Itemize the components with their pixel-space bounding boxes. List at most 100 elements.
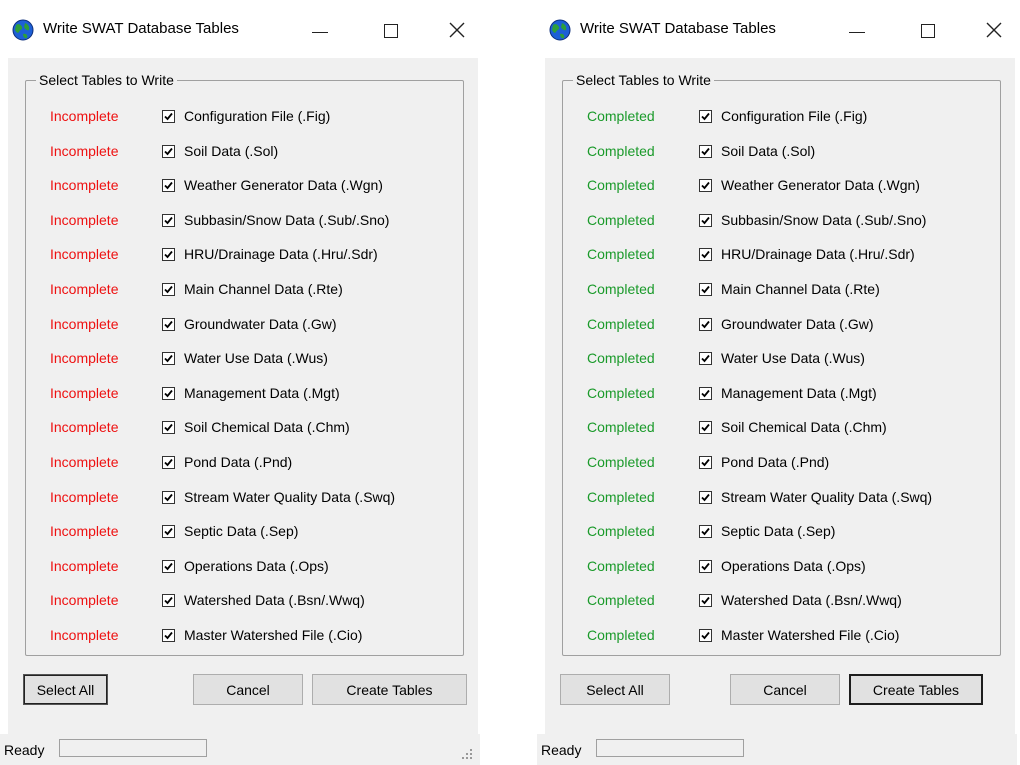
status-label: Completed: [587, 627, 655, 643]
cancel-button[interactable]: Cancel: [193, 674, 303, 705]
table-checkbox[interactable]: [162, 352, 175, 366]
table-checkbox[interactable]: [699, 213, 712, 227]
table-checkbox[interactable]: [699, 248, 712, 262]
table-checkbox[interactable]: [162, 110, 175, 123]
checkbox-label[interactable]: Weather Generator Data (.Wgn): [184, 177, 383, 193]
create-tables-button[interactable]: Create Tables: [312, 674, 467, 705]
table-checkbox[interactable]: [699, 594, 712, 608]
table-checkbox[interactable]: [699, 179, 712, 193]
checkmark-icon: [701, 251, 710, 259]
table-checkbox[interactable]: [699, 317, 712, 331]
checkbox-label[interactable]: Soil Data (.Sol): [184, 143, 278, 159]
dialog-body: Select Tables to Write Incomplete Configu…: [8, 58, 478, 758]
table-checkbox[interactable]: [162, 490, 175, 504]
title-bar[interactable]: Write SWAT Database Tables: [537, 0, 1017, 58]
checkbox-label[interactable]: Groundwater Data (.Gw): [184, 316, 337, 332]
table-checkbox[interactable]: [162, 456, 175, 469]
checkbox-label[interactable]: Configuration File (.Fig): [721, 108, 867, 124]
table-checkbox[interactable]: [699, 144, 712, 158]
create-tables-button[interactable]: Create Tables: [849, 674, 983, 705]
maximize-icon[interactable]: [368, 10, 414, 50]
table-checkbox[interactable]: [699, 559, 712, 573]
table-checkbox[interactable]: [162, 421, 175, 435]
checkbox-label[interactable]: Watershed Data (.Bsn/.Wwq): [721, 592, 902, 608]
table-checkbox[interactable]: [162, 179, 175, 193]
checkbox-label[interactable]: Operations Data (.Ops): [721, 558, 866, 574]
table-row: Incomplete Watershed Data (.Bsn/.Wwq): [26, 591, 461, 615]
status-label: Completed: [587, 281, 655, 297]
status-label: Completed: [587, 350, 655, 367]
status-label: Incomplete: [50, 108, 119, 124]
checkbox-label[interactable]: Subbasin/Snow Data (.Sub/.Sno): [721, 212, 926, 228]
checkbox-label[interactable]: Main Channel Data (.Rte): [184, 281, 343, 297]
status-label: Completed: [587, 592, 655, 609]
checkmark-icon: [164, 355, 173, 363]
checkbox-label[interactable]: Weather Generator Data (.Wgn): [721, 177, 920, 193]
checkbox-label[interactable]: Pond Data (.Pnd): [184, 454, 292, 470]
table-checkbox[interactable]: [162, 386, 175, 400]
checkbox-label[interactable]: Operations Data (.Ops): [184, 558, 329, 574]
minimize-icon[interactable]: [833, 10, 879, 50]
select-all-button[interactable]: Select All: [23, 674, 108, 705]
title-bar[interactable]: Write SWAT Database Tables: [0, 0, 480, 58]
table-checkbox[interactable]: [162, 594, 175, 608]
checkbox-label[interactable]: Septic Data (.Sep): [721, 523, 835, 539]
table-checkbox[interactable]: [162, 525, 175, 539]
checkbox-label[interactable]: Water Use Data (.Wus): [184, 350, 328, 366]
checkbox-label[interactable]: HRU/Drainage Data (.Hru/.Sdr): [184, 246, 378, 262]
table-checkbox[interactable]: [699, 456, 712, 469]
table-row: Completed Weather Generator Data (.Wgn): [563, 176, 998, 200]
table-row: Incomplete Stream Water Quality Data (.Sw…: [26, 488, 461, 512]
checkmark-icon: [701, 458, 710, 467]
checkmark-icon: [701, 285, 710, 294]
table-checkbox[interactable]: [699, 490, 712, 504]
window-title: Write SWAT Database Tables: [43, 20, 239, 37]
checkbox-label[interactable]: Master Watershed File (.Cio): [721, 627, 899, 643]
checkbox-label[interactable]: Groundwater Data (.Gw): [721, 316, 874, 332]
table-checkbox[interactable]: [162, 248, 175, 262]
table-checkbox[interactable]: [162, 213, 175, 227]
checkbox-label[interactable]: Septic Data (.Sep): [184, 523, 298, 539]
table-checkbox[interactable]: [699, 283, 712, 296]
checkbox-label[interactable]: Water Use Data (.Wus): [721, 350, 865, 366]
checkbox-label[interactable]: Stream Water Quality Data (.Swq): [721, 489, 932, 505]
checkbox-label[interactable]: Pond Data (.Pnd): [721, 454, 829, 470]
checkbox-label[interactable]: Soil Data (.Sol): [721, 143, 815, 159]
checkbox-label[interactable]: Soil Chemical Data (.Chm): [184, 419, 350, 435]
table-checkbox[interactable]: [162, 317, 175, 331]
select-all-button[interactable]: Select All: [560, 674, 670, 705]
checkbox-label[interactable]: Soil Chemical Data (.Chm): [721, 419, 887, 435]
checkbox-label[interactable]: Subbasin/Snow Data (.Sub/.Sno): [184, 212, 389, 228]
cancel-button[interactable]: Cancel: [730, 674, 840, 705]
checkbox-label[interactable]: Management Data (.Mgt): [184, 385, 340, 401]
table-row: Completed Operations Data (.Ops): [563, 557, 998, 581]
close-icon[interactable]: [971, 10, 1017, 50]
maximize-icon[interactable]: [905, 10, 951, 50]
checkbox-label[interactable]: HRU/Drainage Data (.Hru/.Sdr): [721, 246, 915, 262]
table-checkbox[interactable]: [699, 525, 712, 539]
table-checkbox[interactable]: [162, 144, 175, 158]
minimize-icon[interactable]: [296, 10, 342, 50]
checkbox-label[interactable]: Management Data (.Mgt): [721, 385, 877, 401]
table-checkbox[interactable]: [162, 559, 175, 573]
table-checkbox[interactable]: [699, 110, 712, 123]
checkmark-icon: [164, 320, 173, 328]
right-window: Write SWAT Database Tables Select Tables…: [537, 0, 1017, 765]
table-row: Incomplete Soil Chemical Data (.Chm): [26, 418, 461, 442]
resize-grip-icon[interactable]: [462, 749, 472, 759]
checkbox-label[interactable]: Watershed Data (.Bsn/.Wwq): [184, 592, 365, 608]
table-checkbox[interactable]: [699, 352, 712, 366]
table-checkbox[interactable]: [699, 386, 712, 400]
checkbox-label[interactable]: Master Watershed File (.Cio): [184, 627, 362, 643]
table-checkbox[interactable]: [699, 629, 712, 642]
checkbox-label[interactable]: Main Channel Data (.Rte): [721, 281, 880, 297]
checkbox-label[interactable]: Configuration File (.Fig): [184, 108, 330, 124]
table-checkbox[interactable]: [699, 421, 712, 435]
table-checkbox[interactable]: [162, 283, 175, 296]
table-row: Incomplete Water Use Data (.Wus): [26, 349, 461, 373]
table-checkbox[interactable]: [162, 629, 175, 642]
checkbox-label[interactable]: Stream Water Quality Data (.Swq): [184, 489, 395, 505]
table-row: Incomplete Pond Data (.Pnd): [26, 453, 461, 477]
close-icon[interactable]: [434, 10, 480, 50]
left-window: Write SWAT Database Tables Select Tables…: [0, 0, 480, 765]
